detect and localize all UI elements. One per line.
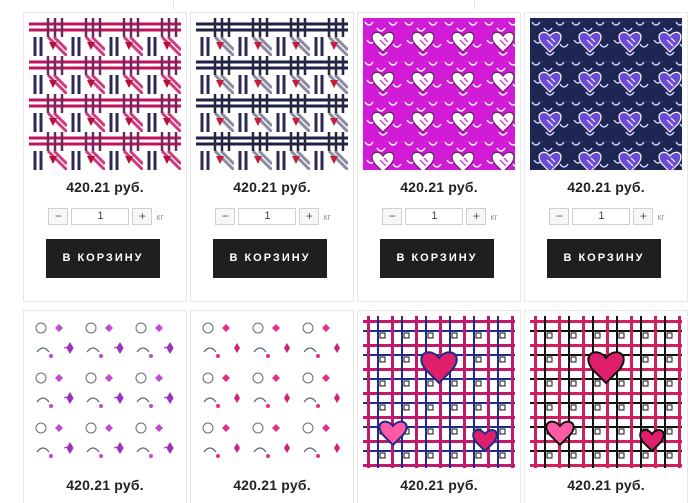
product-image[interactable] — [363, 18, 515, 170]
qty-unit: кг — [323, 211, 331, 222]
product-image[interactable] — [196, 18, 348, 170]
product-card: 420.21 руб. — [190, 310, 354, 503]
product-image[interactable] — [363, 316, 515, 468]
product-grid: 420.21 руб. − 1 + кг В КОРЗИНУ 420.21 ру… — [0, 0, 699, 503]
qty-unit: кг — [657, 211, 665, 222]
product-image[interactable] — [196, 316, 348, 468]
product-image[interactable] — [530, 18, 682, 170]
qty-minus-button[interactable]: − — [549, 208, 570, 225]
qty-plus-button[interactable]: + — [299, 208, 320, 225]
product-card: 420.21 руб. − 1 + кг В КОРЗИНУ — [357, 12, 521, 302]
add-to-cart-button[interactable]: В КОРЗИНУ — [380, 239, 494, 278]
product-card: 420.21 руб. − 1 + кг В КОРЗИНУ — [23, 12, 187, 302]
qty-minus-button[interactable]: − — [215, 208, 236, 225]
qty-minus-button[interactable]: − — [48, 208, 69, 225]
add-to-cart-button[interactable]: В КОРЗИНУ — [213, 239, 327, 278]
product-image[interactable] — [530, 316, 682, 468]
product-image[interactable] — [29, 18, 181, 170]
qty-input[interactable]: 1 — [71, 208, 130, 225]
product-price: 420.21 руб. — [567, 477, 645, 493]
product-card: 420.21 руб. − 1 + кг В КОРЗИНУ — [524, 12, 688, 302]
product-price: 420.21 руб. — [233, 477, 311, 493]
quantity-stepper: − 1 + кг — [358, 208, 520, 225]
product-card: 420.21 руб. — [23, 310, 187, 503]
add-to-cart-button[interactable]: В КОРЗИНУ — [547, 239, 661, 278]
qty-unit: кг — [490, 211, 498, 222]
product-image[interactable] — [29, 316, 181, 468]
quantity-stepper: − 1 + кг — [24, 208, 186, 225]
product-card: 420.21 руб. — [524, 310, 688, 503]
product-price: 420.21 руб. — [400, 179, 478, 195]
product-price: 420.21 руб. — [66, 179, 144, 195]
product-price: 420.21 руб. — [66, 477, 144, 493]
qty-plus-button[interactable]: + — [633, 208, 654, 225]
qty-unit: кг — [156, 211, 164, 222]
quantity-stepper: − 1 + кг — [525, 208, 687, 225]
qty-input[interactable]: 1 — [238, 208, 297, 225]
product-price: 420.21 руб. — [400, 477, 478, 493]
product-price: 420.21 руб. — [567, 179, 645, 195]
add-to-cart-button[interactable]: В КОРЗИНУ — [46, 239, 160, 278]
product-price: 420.21 руб. — [233, 179, 311, 195]
product-card: 420.21 руб. − 1 + кг В КОРЗИНУ — [190, 12, 354, 302]
quantity-stepper: − 1 + кг — [191, 208, 353, 225]
qty-input[interactable]: 1 — [405, 208, 464, 225]
qty-input[interactable]: 1 — [572, 208, 631, 225]
qty-plus-button[interactable]: + — [466, 208, 487, 225]
product-card: 420.21 руб. — [357, 310, 521, 503]
qty-minus-button[interactable]: − — [382, 208, 403, 225]
qty-plus-button[interactable]: + — [132, 208, 153, 225]
